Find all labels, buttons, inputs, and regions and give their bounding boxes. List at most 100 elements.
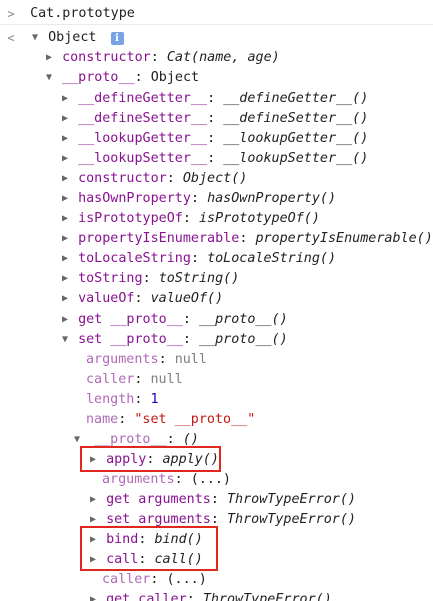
property-key: get __proto__ xyxy=(78,312,183,327)
collapse-triangle-icon[interactable]: ▶ xyxy=(44,48,54,68)
property-key: toLocaleString xyxy=(78,251,191,266)
property-separator: : xyxy=(118,412,135,427)
collapse-triangle-icon[interactable]: ▶ xyxy=(60,229,70,249)
expand-triangle-icon[interactable]: ▼ xyxy=(60,330,70,350)
property-separator: : xyxy=(134,372,151,387)
tree-row-get-arguments[interactable]: ▶ get arguments: ThrowTypeError() xyxy=(0,490,433,510)
property-separator: : xyxy=(150,572,167,587)
property-value: Object xyxy=(150,70,200,85)
collapse-triangle-icon[interactable]: ▶ xyxy=(88,490,98,510)
property-value: __proto__() xyxy=(199,332,288,347)
property-separator: : xyxy=(190,191,208,206)
property-separator: : xyxy=(207,91,224,106)
property-key: get caller xyxy=(106,592,187,601)
tree-row-get-proto[interactable]: ▶ get __proto__: __proto__() xyxy=(0,310,433,330)
property-key: __defineSetter__ xyxy=(78,111,208,126)
property-separator: : xyxy=(210,492,227,507)
property-value: Cat(name, age) xyxy=(166,50,280,65)
collapse-triangle-icon[interactable]: ▶ xyxy=(60,310,70,330)
tree-row-is-prototype-of[interactable]: ▶ isPrototypeOf: isPrototypeOf() xyxy=(0,209,433,229)
collapse-triangle-icon[interactable]: ▶ xyxy=(88,450,98,470)
tree-row-apply[interactable]: ▶ apply: apply() xyxy=(0,450,433,470)
property-value: (...) xyxy=(166,572,207,587)
property-key: name xyxy=(86,412,119,427)
property-key: constructor xyxy=(78,171,167,186)
tree-row-set-arguments[interactable]: ▶ set arguments: ThrowTypeError() xyxy=(0,510,433,530)
property-key: apply xyxy=(106,452,147,467)
expand-triangle-icon[interactable]: ▼ xyxy=(44,68,54,88)
tree-row-proto[interactable]: ▼ __proto__: Object xyxy=(0,68,433,88)
collapse-triangle-icon[interactable]: ▶ xyxy=(88,590,98,601)
tree-row-value-of[interactable]: ▶ valueOf: valueOf() xyxy=(0,289,433,309)
property-separator: : xyxy=(186,592,203,601)
tree-row-property-is-enumerable[interactable]: ▶ propertyIsEnumerable: propertyIsEnumer… xyxy=(0,229,433,249)
property-value: valueOf() xyxy=(150,291,224,306)
collapse-triangle-icon[interactable]: ▶ xyxy=(88,530,98,550)
tree-row-call[interactable]: ▶ call: call() xyxy=(0,550,433,570)
tree-row-name[interactable]: name: "set __proto__" xyxy=(0,410,433,430)
collapse-triangle-icon[interactable]: ▶ xyxy=(60,89,70,109)
tree-row-has-own-property[interactable]: ▶ hasOwnProperty: hasOwnProperty() xyxy=(0,189,433,209)
property-value: null xyxy=(174,352,207,367)
property-value: propertyIsEnumerable() xyxy=(255,231,433,246)
root-object-label[interactable]: Object xyxy=(48,30,96,45)
property-value: bind() xyxy=(154,532,203,547)
property-value: Object() xyxy=(182,171,248,186)
collapse-triangle-icon[interactable]: ▶ xyxy=(60,169,70,189)
collapse-triangle-icon[interactable]: ▶ xyxy=(88,550,98,570)
property-key: valueOf xyxy=(78,291,135,306)
expand-triangle-icon[interactable]: ▼ xyxy=(30,28,40,48)
tree-row-lookup-getter[interactable]: ▶ __lookupGetter__: __lookupGetter__() xyxy=(0,129,433,149)
property-key: isPrototypeOf xyxy=(78,211,183,226)
property-separator: : xyxy=(207,111,224,126)
collapse-triangle-icon[interactable]: ▶ xyxy=(60,209,70,229)
result-prompt-icon: < xyxy=(7,31,15,45)
tree-row-inner-arguments[interactable]: arguments: (...) xyxy=(0,470,433,490)
tree-row-constructor[interactable]: ▶ constructor: Cat(name, age) xyxy=(0,48,433,68)
tree-row-define-setter[interactable]: ▶ __defineSetter__: __defineSetter__() xyxy=(0,109,433,129)
property-value: toString() xyxy=(158,271,240,286)
property-separator: : xyxy=(134,70,151,85)
tree-row-to-string[interactable]: ▶ toString: toString() xyxy=(0,269,433,289)
collapse-triangle-icon[interactable]: ▶ xyxy=(60,289,70,309)
property-key: __defineGetter__ xyxy=(78,91,208,106)
tree-row-get-caller[interactable]: ▶ get caller: ThrowTypeError() xyxy=(0,590,433,601)
property-separator: : xyxy=(190,251,208,266)
tree-row-lookup-setter[interactable]: ▶ __lookupSetter__: __lookupSetter__() xyxy=(0,149,433,169)
property-value: __defineGetter__() xyxy=(223,91,369,106)
tree-row-length[interactable]: length: 1 xyxy=(0,390,433,410)
tree-row-bind[interactable]: ▶ bind: bind() xyxy=(0,530,433,550)
info-icon[interactable]: i xyxy=(110,32,124,45)
expand-triangle-icon[interactable]: ▼ xyxy=(72,430,82,450)
property-value: isPrototypeOf() xyxy=(199,211,320,226)
property-separator: : xyxy=(210,512,227,527)
tree-row-to-locale-string[interactable]: ▶ toLocaleString: toLocaleString() xyxy=(0,249,433,269)
property-key: set __proto__ xyxy=(78,332,183,347)
property-value: toLocaleString() xyxy=(207,251,337,266)
tree-row-define-getter[interactable]: ▶ __defineGetter__: __defineGetter__() xyxy=(0,89,433,109)
collapse-triangle-icon[interactable]: ▶ xyxy=(60,109,70,129)
property-value: apply() xyxy=(162,452,219,467)
collapse-triangle-icon[interactable]: ▶ xyxy=(60,149,70,169)
collapse-triangle-icon[interactable]: ▶ xyxy=(60,269,70,289)
property-key: caller xyxy=(102,572,151,587)
property-separator: : xyxy=(138,552,155,567)
collapse-triangle-icon[interactable]: ▶ xyxy=(60,129,70,149)
property-value: ThrowTypeError() xyxy=(202,592,332,601)
property-value: () xyxy=(182,432,199,447)
tree-row-inner-proto[interactable]: ▼ __proto__: () xyxy=(0,430,433,450)
property-key: propertyIsEnumerable xyxy=(78,231,240,246)
tree-row-inner-caller[interactable]: caller: (...) xyxy=(0,570,433,590)
tree-row-caller[interactable]: caller: null xyxy=(0,370,433,390)
console-input-line[interactable]: > Cat.prototype xyxy=(0,4,433,25)
property-value: call() xyxy=(154,552,203,567)
collapse-triangle-icon[interactable]: ▶ xyxy=(60,189,70,209)
collapse-triangle-icon[interactable]: ▶ xyxy=(88,510,98,530)
collapse-triangle-icon[interactable]: ▶ xyxy=(60,249,70,269)
property-key: bind xyxy=(106,532,139,547)
tree-row-set-proto[interactable]: ▼ set __proto__: __proto__() xyxy=(0,330,433,350)
property-separator: : xyxy=(142,271,159,286)
property-separator: : xyxy=(166,171,183,186)
tree-row-object-constructor[interactable]: ▶ constructor: Object() xyxy=(0,169,433,189)
tree-row-arguments[interactable]: arguments: null xyxy=(0,350,433,370)
